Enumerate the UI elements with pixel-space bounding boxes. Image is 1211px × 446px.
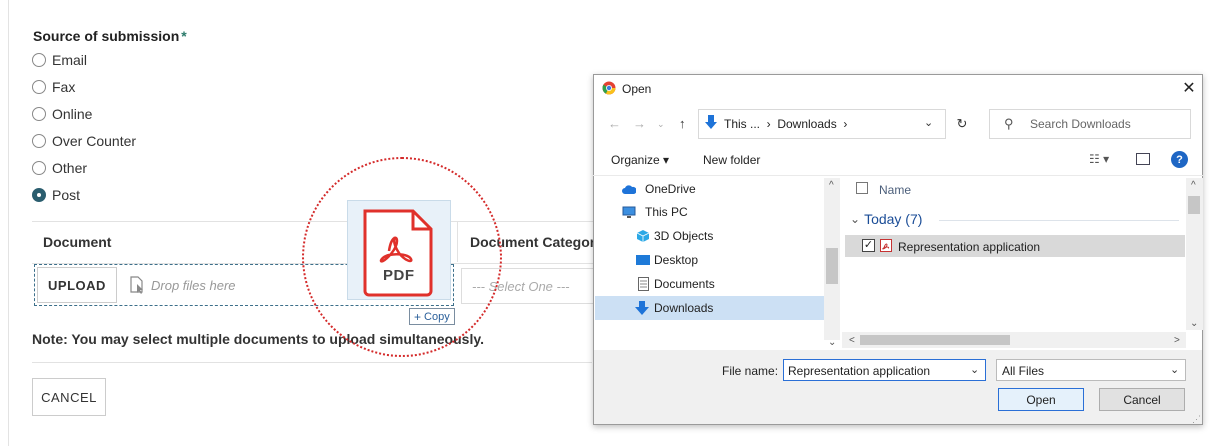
radio-fax[interactable]: Fax xyxy=(32,77,75,97)
file-checkbox[interactable]: ✓ xyxy=(862,239,875,252)
address-dropdown-icon[interactable]: ⌄ xyxy=(924,116,933,129)
close-icon[interactable]: ✕ xyxy=(1178,77,1200,99)
scroll-right-icon[interactable]: > xyxy=(1174,335,1180,346)
desktop-icon xyxy=(636,255,650,265)
drag-copy-tag: + Copy xyxy=(409,308,455,325)
radio-online[interactable]: Online xyxy=(32,104,92,124)
plus-icon: + xyxy=(414,309,422,324)
pdf-label: PDF xyxy=(383,267,415,284)
group-today[interactable]: ⌄ Today (7) xyxy=(850,211,922,227)
drop-files-placeholder: Drop files here xyxy=(151,278,236,293)
copy-label: Copy xyxy=(424,310,450,323)
nav-item-documents[interactable]: Documents xyxy=(654,277,715,291)
select-all-checkbox[interactable] xyxy=(856,182,868,194)
nav-item-desktop[interactable]: Desktop xyxy=(654,253,698,267)
recent-chevron-icon[interactable]: ⌄ xyxy=(657,119,665,130)
radio-label: Email xyxy=(52,52,88,68)
radio-circle[interactable] xyxy=(32,80,46,94)
help-icon[interactable]: ? xyxy=(1171,151,1188,168)
search-placeholder: Search Downloads xyxy=(1030,117,1131,131)
scroll-up-icon[interactable]: ^ xyxy=(1191,180,1196,191)
radio-circle[interactable] xyxy=(32,107,46,121)
radio-label: Online xyxy=(52,106,93,122)
refresh-icon[interactable]: ↻ xyxy=(951,114,973,134)
chevron-down-icon[interactable]: ⌄ xyxy=(970,363,979,376)
view-options-icon[interactable]: ☷ ▾ xyxy=(1089,152,1109,166)
computer-icon xyxy=(622,206,636,218)
toolbar-divider xyxy=(593,175,1203,176)
radio-circle[interactable] xyxy=(32,161,46,175)
radio-circle[interactable] xyxy=(32,134,46,148)
new-folder-button[interactable]: New folder xyxy=(703,153,760,167)
pdf-icon xyxy=(880,239,892,252)
radio-other[interactable]: Other xyxy=(32,158,87,178)
address-path: This ... › Downloads › xyxy=(724,117,848,131)
document-icon xyxy=(638,277,649,291)
dialog-cancel-button[interactable]: Cancel xyxy=(1099,388,1185,411)
dialog-title: Open xyxy=(622,82,652,96)
open-button[interactable]: Open xyxy=(998,388,1084,411)
cancel-button[interactable]: CANCEL xyxy=(32,378,106,416)
radio-label: Other xyxy=(52,160,88,176)
radio-label: Post xyxy=(52,187,81,203)
resize-grip-icon[interactable]: ⋰ xyxy=(1192,414,1201,425)
nav-item-downloads[interactable]: Downloads xyxy=(654,301,713,315)
cube-icon xyxy=(636,230,650,242)
nav-item-3d-objects[interactable]: 3D Objects xyxy=(654,229,713,243)
preview-pane-icon[interactable] xyxy=(1136,153,1150,165)
scroll-down-icon[interactable]: ⌄ xyxy=(1190,318,1198,329)
chevron-down-icon[interactable]: ⌄ xyxy=(1170,363,1179,376)
back-arrow-icon[interactable]: ← xyxy=(608,116,621,131)
up-arrow-icon[interactable]: ↑ xyxy=(679,116,686,131)
file-name-value[interactable]: Representation application xyxy=(788,364,930,378)
file-list-scrollbar[interactable] xyxy=(1186,178,1203,330)
radio-circle[interactable] xyxy=(32,53,46,67)
chrome-icon xyxy=(602,81,616,95)
page-left-rule xyxy=(8,0,9,446)
divider xyxy=(32,362,592,363)
download-icon xyxy=(635,301,649,315)
group-label: Today (7) xyxy=(864,211,923,227)
file-name[interactable]: Representation application xyxy=(898,240,1040,254)
scroll-left-icon[interactable]: < xyxy=(849,335,855,346)
radio-circle-checked[interactable] xyxy=(32,188,46,202)
file-name-label: File name: xyxy=(722,364,779,378)
group-divider xyxy=(939,220,1179,221)
name-column-header[interactable]: Name xyxy=(879,183,911,197)
forward-arrow-icon[interactable]: → xyxy=(633,116,646,131)
source-of-submission-label: Source of submission * xyxy=(33,28,187,44)
radio-label: Fax xyxy=(52,79,76,95)
scroll-thumb[interactable] xyxy=(826,248,838,284)
nav-item-onedrive[interactable]: OneDrive xyxy=(645,182,696,196)
chevron-down-icon: ⌄ xyxy=(850,212,861,226)
organize-menu[interactable]: Organize ▾ xyxy=(611,153,669,167)
radio-post[interactable]: Post xyxy=(32,185,80,205)
radio-email[interactable]: Email xyxy=(32,50,87,70)
cloud-icon xyxy=(622,185,636,194)
nav-item-this-pc[interactable]: This PC xyxy=(645,205,688,219)
nav-pane-scrollbar[interactable] xyxy=(824,178,840,340)
column-document: Document xyxy=(43,234,112,250)
scroll-thumb[interactable] xyxy=(1188,196,1200,214)
scroll-up-icon[interactable]: ^ xyxy=(829,180,834,191)
radio-over-counter[interactable]: Over Counter xyxy=(32,131,136,151)
search-icon: ⚲ xyxy=(1004,116,1014,131)
downloads-folder-icon xyxy=(705,115,717,129)
drop-file-icon xyxy=(130,276,143,294)
scroll-thumb[interactable] xyxy=(860,335,1010,345)
scroll-down-icon[interactable]: ⌄ xyxy=(828,337,836,348)
radio-label: Over Counter xyxy=(52,133,137,149)
upload-button[interactable]: UPLOAD xyxy=(37,267,117,303)
file-list-hscrollbar[interactable] xyxy=(842,332,1186,348)
file-type-value: All Files xyxy=(1002,364,1045,378)
